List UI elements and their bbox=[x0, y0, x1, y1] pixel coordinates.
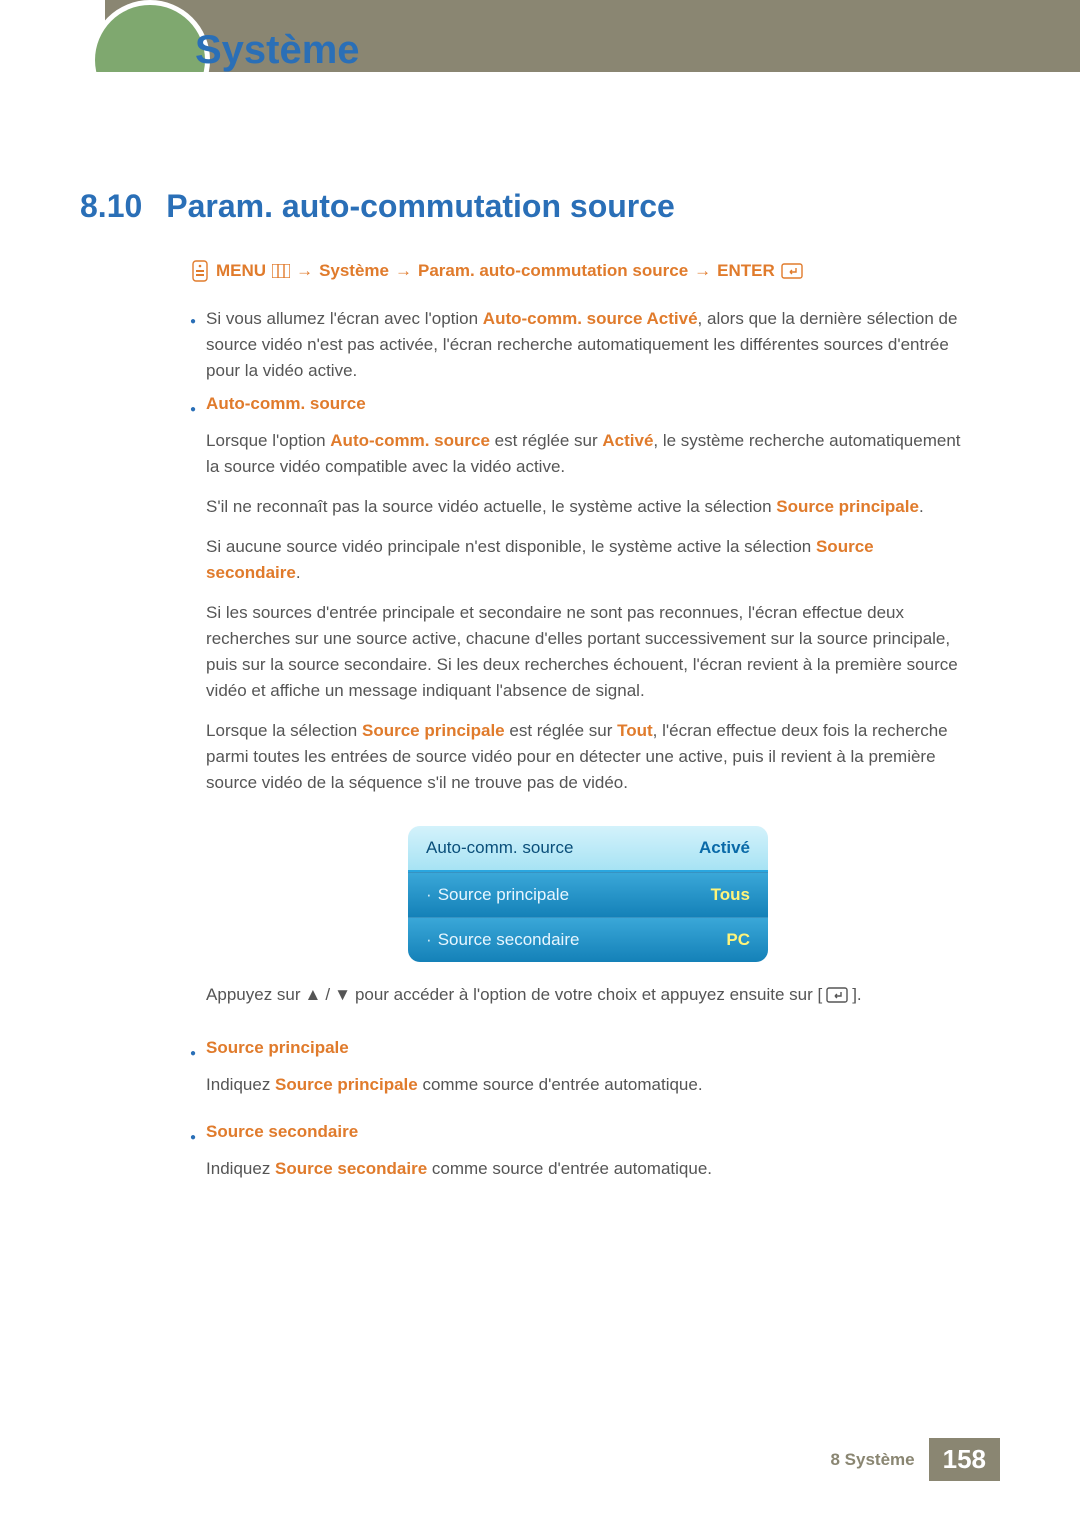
osd-value: PC bbox=[726, 930, 750, 950]
breadcrumb-param: Param. auto-commutation source bbox=[418, 261, 688, 281]
text: Lorsque l'option bbox=[206, 431, 330, 450]
bullet-icon: ● bbox=[190, 1038, 196, 1112]
text: pour accéder à l'option de votre choix e… bbox=[355, 982, 822, 1008]
highlight: Source secondaire bbox=[275, 1159, 427, 1178]
auto-comm-bullet: ● Auto-comm. source Lorsque l'option Aut… bbox=[190, 394, 970, 1028]
osd-label: · Source principale bbox=[426, 885, 569, 905]
text: S'il ne reconnaît pas la source vidéo ac… bbox=[206, 497, 776, 516]
menu-grid-icon bbox=[272, 264, 290, 278]
highlight: Auto-comm. source Activé bbox=[483, 309, 698, 328]
text: Source principale bbox=[438, 885, 569, 904]
breadcrumb-enter: ENTER bbox=[717, 261, 775, 281]
chapter-title: Système bbox=[195, 28, 360, 73]
highlight: Source principale bbox=[275, 1075, 418, 1094]
intro-bullet: ● Si vous allumez l'écran avec l'option … bbox=[190, 306, 970, 384]
chapter-badge bbox=[90, 0, 210, 120]
page: Système 8.10 Param. auto-commutation sou… bbox=[0, 0, 1080, 1527]
text: Indiquez bbox=[206, 1075, 275, 1094]
text: . bbox=[919, 497, 924, 516]
source-secondaire-bullet: ● Source secondaire Indiquez Source seco… bbox=[190, 1122, 970, 1196]
footer: 8 Système 158 bbox=[830, 1438, 1000, 1481]
text: Lorsque la sélection bbox=[206, 721, 362, 740]
highlight: Tout bbox=[617, 721, 653, 740]
text: comme source d'entrée automatique. bbox=[427, 1159, 712, 1178]
osd-value: Tous bbox=[711, 885, 750, 905]
osd-row-source-principale: · Source principale Tous bbox=[408, 872, 768, 917]
text: comme source d'entrée automatique. bbox=[418, 1075, 703, 1094]
highlight: Activé bbox=[602, 431, 653, 450]
highlight: Source principale bbox=[362, 721, 505, 740]
text: Source secondaire bbox=[438, 930, 580, 949]
footer-page-number: 158 bbox=[929, 1438, 1000, 1481]
arrow-icon: → bbox=[395, 261, 412, 281]
text: est réglée sur bbox=[505, 721, 617, 740]
source-secondaire-heading: Source secondaire bbox=[206, 1122, 970, 1142]
bullet-icon: ● bbox=[190, 1122, 196, 1196]
remote-icon bbox=[190, 260, 210, 282]
breadcrumb-menu: MENU bbox=[216, 261, 266, 281]
highlight: Auto-comm. source bbox=[330, 431, 490, 450]
osd-label: · Source secondaire bbox=[426, 930, 579, 950]
breadcrumb: MENU → Système → Param. auto-commutation… bbox=[190, 260, 970, 282]
text: Appuyez sur bbox=[206, 982, 301, 1008]
text: . bbox=[296, 563, 301, 582]
auto-comm-p3: Si aucune source vidéo principale n'est … bbox=[206, 534, 970, 586]
text: Indiquez bbox=[206, 1159, 275, 1178]
text: est réglée sur bbox=[490, 431, 602, 450]
dot-icon: · bbox=[426, 885, 432, 904]
triangle-down-icon: ▼ bbox=[334, 982, 351, 1008]
osd-menu: Auto-comm. source Activé · Source princip… bbox=[408, 826, 768, 962]
section-title: Param. auto-commutation source bbox=[166, 188, 675, 225]
source-principale-bullet: ● Source principale Indiquez Source prin… bbox=[190, 1038, 970, 1112]
bullet-icon: ● bbox=[190, 394, 196, 1028]
source-principale-text: Indiquez Source principale comme source … bbox=[206, 1072, 970, 1098]
highlight: Source principale bbox=[776, 497, 919, 516]
triangle-up-icon: ▲ bbox=[305, 982, 322, 1008]
breadcrumb-systeme: Système bbox=[319, 261, 389, 281]
section-heading: 8.10 Param. auto-commutation source bbox=[80, 188, 675, 225]
osd-value: Activé bbox=[699, 838, 750, 858]
auto-comm-p4: Si les sources d'entrée principale et se… bbox=[206, 600, 970, 704]
text: Si aucune source vidéo principale n'est … bbox=[206, 537, 816, 556]
auto-comm-p1: Lorsque l'option Auto-comm. source est r… bbox=[206, 428, 970, 480]
auto-comm-p2: S'il ne reconnaît pas la source vidéo ac… bbox=[206, 494, 970, 520]
enter-icon bbox=[781, 263, 803, 279]
osd-row-auto-comm: Auto-comm. source Activé bbox=[408, 826, 768, 872]
arrow-icon: → bbox=[694, 261, 711, 281]
text: ]. bbox=[852, 982, 861, 1008]
enter-icon bbox=[826, 987, 848, 1003]
section-number: 8.10 bbox=[80, 188, 142, 225]
bullet-icon: ● bbox=[190, 306, 196, 384]
dot-icon: · bbox=[426, 930, 432, 949]
auto-comm-heading: Auto-comm. source bbox=[206, 394, 970, 414]
source-principale-heading: Source principale bbox=[206, 1038, 970, 1058]
osd-label: Auto-comm. source bbox=[426, 838, 573, 858]
source-secondaire-text: Indiquez Source secondaire comme source … bbox=[206, 1156, 970, 1182]
intro-text: Si vous allumez l'écran avec l'option Au… bbox=[206, 306, 970, 384]
nav-instruction: Appuyez sur ▲/▼ pour accéder à l'option … bbox=[206, 982, 970, 1008]
footer-chapter-label: 8 Système bbox=[830, 1450, 914, 1470]
arrow-icon: → bbox=[296, 261, 313, 281]
osd-row-source-secondaire: · Source secondaire PC bbox=[408, 917, 768, 962]
text: Si vous allumez l'écran avec l'option bbox=[206, 309, 483, 328]
content: MENU → Système → Param. auto-commutation… bbox=[190, 260, 970, 1206]
text: / bbox=[325, 982, 330, 1008]
auto-comm-p5: Lorsque la sélection Source principale e… bbox=[206, 718, 970, 796]
